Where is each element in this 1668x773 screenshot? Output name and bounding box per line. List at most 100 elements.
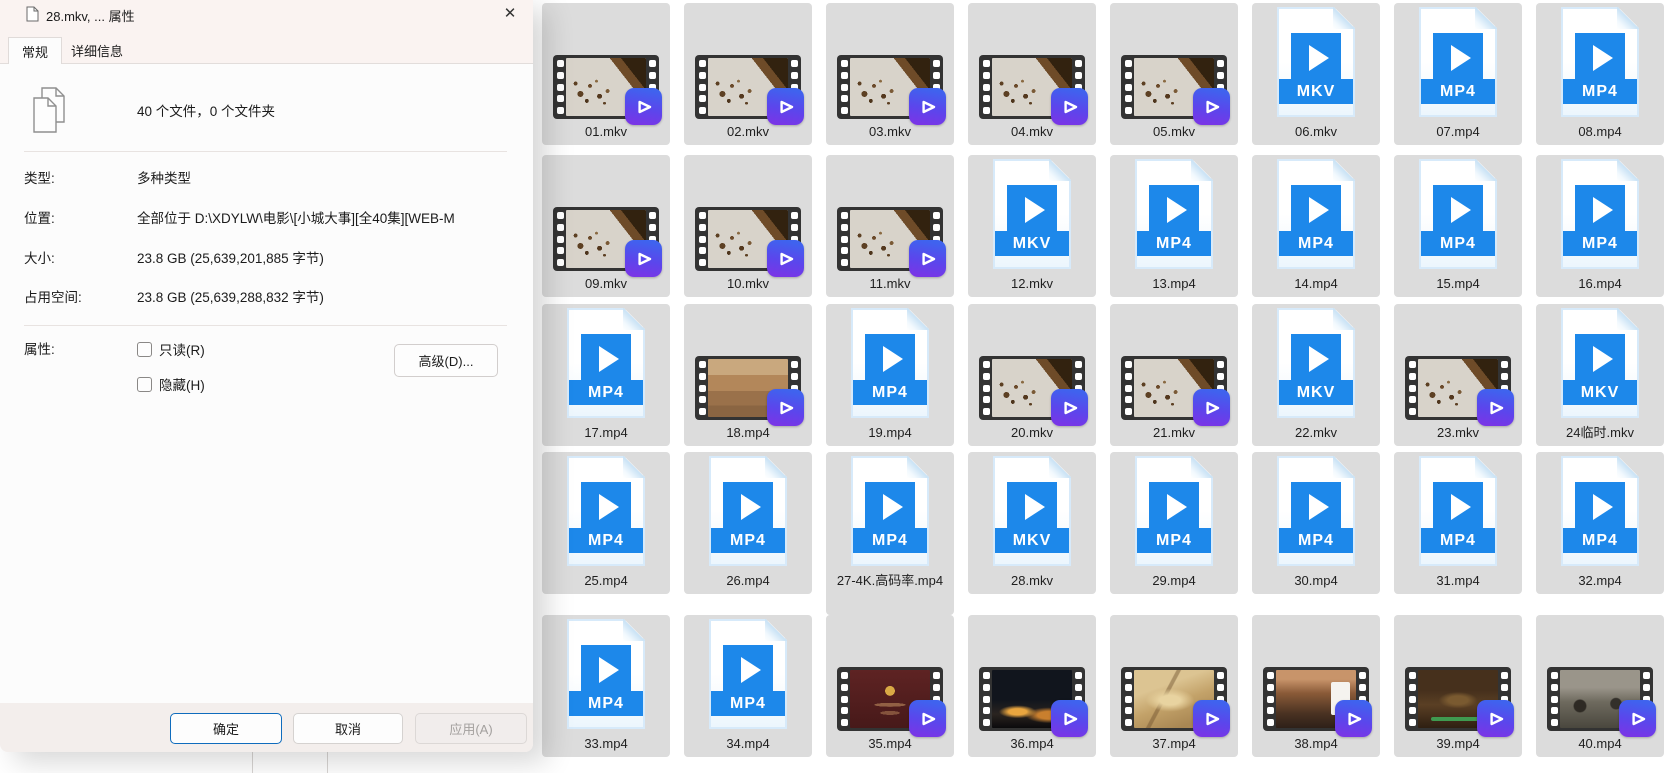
format-banner: MP4 bbox=[1563, 528, 1637, 553]
video-thumbnail bbox=[1263, 667, 1369, 731]
video-file-icon: MP4 bbox=[1135, 159, 1213, 269]
potplayer-badge-icon bbox=[1051, 88, 1088, 125]
video-file-icon: MKV bbox=[993, 159, 1071, 269]
file-tile[interactable]: 39.mp4 bbox=[1394, 615, 1522, 757]
filmstrip-holes-left bbox=[839, 58, 849, 116]
potplayer-badge-icon bbox=[767, 389, 804, 426]
file-tile[interactable]: 18.mp4 bbox=[684, 304, 812, 446]
video-file-icon: MP4 bbox=[1561, 7, 1639, 117]
page-fold-icon bbox=[765, 456, 787, 478]
file-tile[interactable]: 37.mp4 bbox=[1110, 615, 1238, 757]
cancel-button[interactable]: 取消 bbox=[293, 713, 403, 744]
file-tile[interactable]: 04.mkv bbox=[968, 3, 1096, 145]
file-name: 38.mp4 bbox=[1254, 736, 1378, 751]
file-tile[interactable]: 36.mp4 bbox=[968, 615, 1096, 757]
format-banner: MP4 bbox=[1279, 231, 1353, 256]
field-label-type: 类型: bbox=[24, 167, 55, 187]
file-tile[interactable]: MP4 25.mp4 bbox=[542, 452, 670, 594]
file-tile[interactable]: MKV 24临时.mkv bbox=[1536, 304, 1664, 446]
file-tile[interactable]: 11.mkv bbox=[826, 155, 954, 297]
file-tile[interactable]: MP4 19.mp4 bbox=[826, 304, 954, 446]
format-banner: MKV bbox=[995, 231, 1069, 256]
file-tile[interactable]: MP4 33.mp4 bbox=[542, 615, 670, 757]
file-tile[interactable]: MP4 17.mp4 bbox=[542, 304, 670, 446]
file-tile[interactable]: MP4 15.mp4 bbox=[1394, 155, 1522, 297]
file-tile[interactable]: MP4 34.mp4 bbox=[684, 615, 812, 757]
file-name: 28.mkv bbox=[970, 573, 1094, 588]
file-tile[interactable]: 35.mp4 bbox=[826, 615, 954, 757]
file-icon-zone: MP4 bbox=[542, 304, 670, 422]
attributes-label: 属性: bbox=[24, 338, 55, 358]
format-banner: MP4 bbox=[1563, 231, 1637, 256]
field-value-location: 全部位于 D:\XDYLW\电影\[小城大事][全40集][WEB-M bbox=[137, 207, 533, 227]
file-name: 34.mp4 bbox=[686, 736, 810, 751]
ok-button[interactable]: 确定 bbox=[170, 713, 282, 744]
filmstrip-holes-left bbox=[555, 210, 565, 268]
field-value-size-on-disk: 23.8 GB (25,639,288,832 字节) bbox=[137, 286, 533, 306]
video-file-icon: MP4 bbox=[1135, 456, 1213, 566]
file-icon-zone bbox=[1110, 615, 1238, 733]
readonly-checkbox[interactable] bbox=[137, 342, 152, 357]
video-file-icon: MP4 bbox=[567, 456, 645, 566]
file-tile[interactable]: 02.mkv bbox=[684, 3, 812, 145]
filmstrip-holes-left bbox=[1123, 670, 1133, 728]
file-tile[interactable]: 40.mp4 bbox=[1536, 615, 1664, 757]
play-icon bbox=[865, 334, 915, 384]
file-name: 40.mp4 bbox=[1538, 736, 1662, 751]
file-tile[interactable]: 21.mkv bbox=[1110, 304, 1238, 446]
video-file-icon: MKV bbox=[1277, 7, 1355, 117]
page-fold-icon bbox=[623, 308, 645, 330]
file-tile[interactable]: MP4 32.mp4 bbox=[1536, 452, 1664, 594]
file-tile[interactable]: MP4 08.mp4 bbox=[1536, 3, 1664, 145]
page-fold-icon bbox=[1333, 308, 1355, 330]
filmstrip-holes-left bbox=[1123, 58, 1133, 116]
page-fold-icon bbox=[1475, 7, 1497, 29]
file-tile[interactable]: MKV 28.mkv bbox=[968, 452, 1096, 594]
video-file-icon: MP4 bbox=[1561, 456, 1639, 566]
file-tile[interactable]: 10.mkv bbox=[684, 155, 812, 297]
file-tile[interactable]: 03.mkv bbox=[826, 3, 954, 145]
file-tile[interactable]: MP4 07.mp4 bbox=[1394, 3, 1522, 145]
file-tile[interactable]: MKV 06.mkv bbox=[1252, 3, 1380, 145]
file-icon-zone: MP4 bbox=[1394, 452, 1522, 570]
file-icon-zone: MP4 bbox=[1536, 3, 1664, 121]
tab-details[interactable]: 详细信息 bbox=[58, 38, 136, 63]
video-file-icon: MP4 bbox=[1277, 456, 1355, 566]
file-tile[interactable]: MKV 22.mkv bbox=[1252, 304, 1380, 446]
file-tile[interactable]: MP4 14.mp4 bbox=[1252, 155, 1380, 297]
format-banner: MP4 bbox=[853, 528, 927, 553]
dialog-footer: 确定 取消 应用(A) bbox=[0, 703, 533, 752]
file-tile[interactable]: 01.mkv bbox=[542, 3, 670, 145]
file-tile[interactable]: MP4 29.mp4 bbox=[1110, 452, 1238, 594]
file-name: 08.mp4 bbox=[1538, 124, 1662, 139]
file-tile[interactable]: 20.mkv bbox=[968, 304, 1096, 446]
file-tile[interactable]: 09.mkv bbox=[542, 155, 670, 297]
dialog-titlebar[interactable]: 28.mkv, ... 属性 ✕ bbox=[0, 0, 533, 36]
file-tile[interactable]: MP4 26.mp4 bbox=[684, 452, 812, 594]
file-tile[interactable]: MP4 27-4K.高码率.mp4 bbox=[826, 452, 954, 615]
properties-dialog: 28.mkv, ... 属性 ✕ 常规 详细信息 40 个文件，0 个文件夹 类… bbox=[0, 0, 533, 752]
page-fold-icon bbox=[1333, 7, 1355, 29]
close-icon[interactable]: ✕ bbox=[498, 2, 522, 24]
file-tile[interactable]: MKV 12.mkv bbox=[968, 155, 1096, 297]
file-tile[interactable]: 05.mkv bbox=[1110, 3, 1238, 145]
file-tile[interactable]: 38.mp4 bbox=[1252, 615, 1380, 757]
potplayer-badge-icon bbox=[1335, 700, 1372, 737]
file-icon-zone: MP4 bbox=[826, 304, 954, 422]
file-tile[interactable]: 23.mkv bbox=[1394, 304, 1522, 446]
filmstrip-holes-left bbox=[981, 58, 991, 116]
file-tile[interactable]: MP4 30.mp4 bbox=[1252, 452, 1380, 594]
file-name: 31.mp4 bbox=[1396, 573, 1520, 588]
file-tile[interactable]: MP4 16.mp4 bbox=[1536, 155, 1664, 297]
file-icon-zone bbox=[684, 304, 812, 422]
hidden-checkbox[interactable] bbox=[137, 377, 152, 392]
file-icon-zone: MKV bbox=[1252, 3, 1380, 121]
advanced-button[interactable]: 高级(D)... bbox=[394, 344, 498, 377]
file-tile[interactable]: MP4 31.mp4 bbox=[1394, 452, 1522, 594]
tab-general[interactable]: 常规 bbox=[8, 37, 62, 64]
file-name: 27-4K.高码率.mp4 bbox=[828, 573, 952, 588]
file-tile[interactable]: MP4 13.mp4 bbox=[1110, 155, 1238, 297]
file-icon-zone: MKV bbox=[1536, 304, 1664, 422]
video-file-icon: MP4 bbox=[851, 456, 929, 566]
apply-button[interactable]: 应用(A) bbox=[415, 713, 527, 744]
